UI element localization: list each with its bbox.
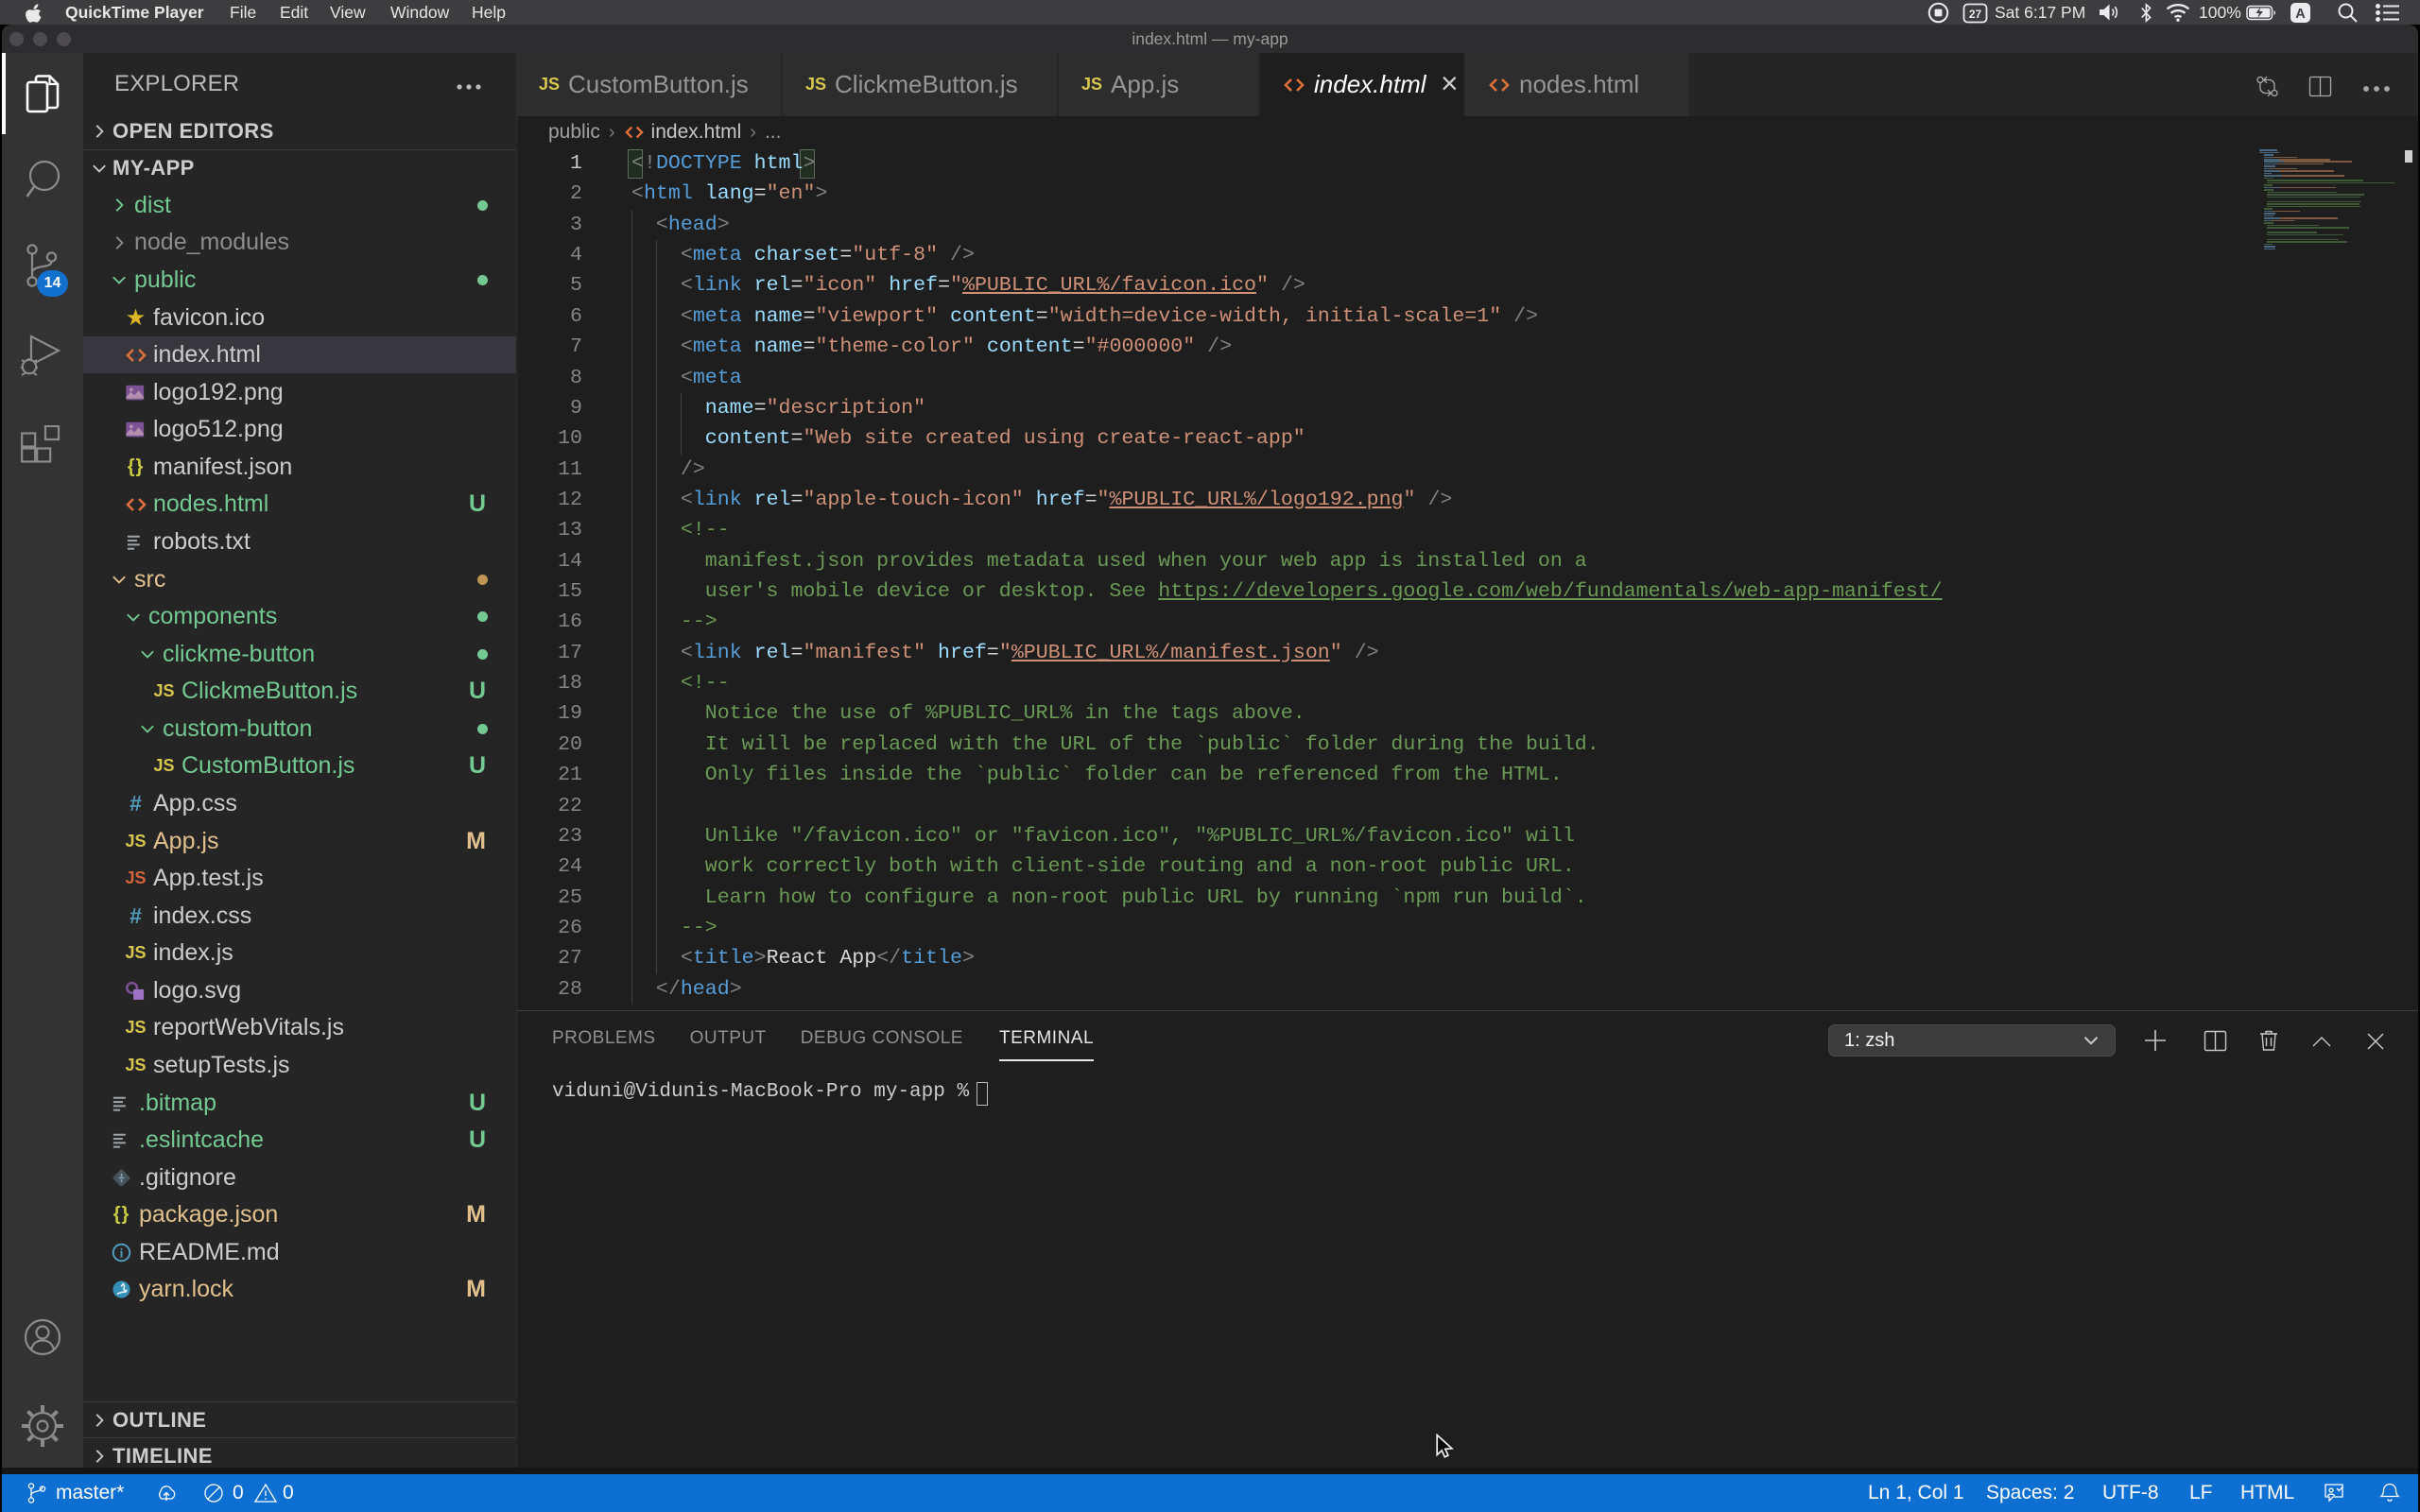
svg-text:i: i bbox=[120, 1246, 124, 1260]
